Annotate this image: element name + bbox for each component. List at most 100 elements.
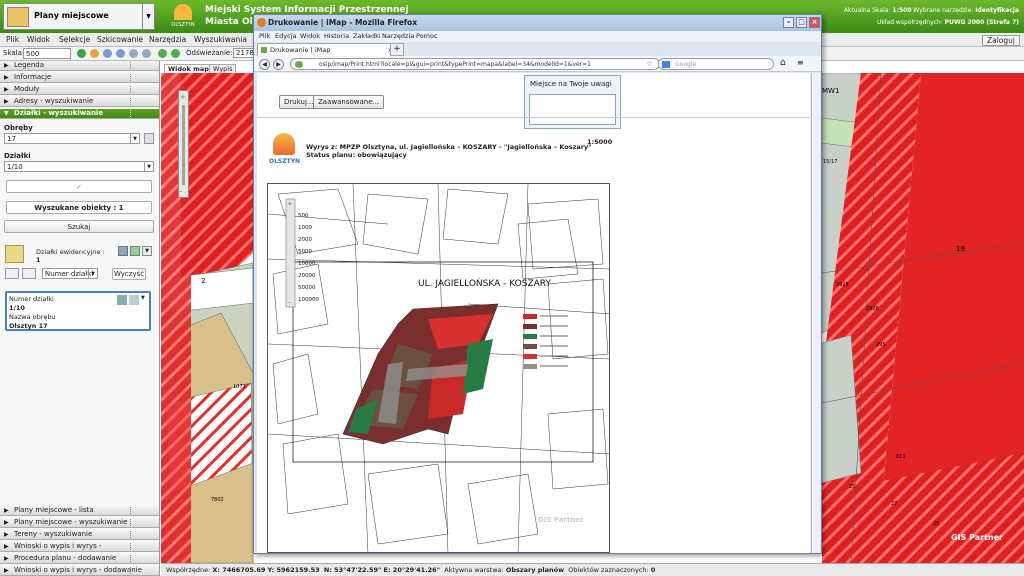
forward-icon[interactable]: ▶ — [273, 59, 284, 70]
plan-name: UL. JAGIELLOŃSKA - KOSZARY — [418, 277, 551, 289]
panel-wnioski[interactable]: ▶ Wnioski o wypis i wyrys - — [0, 542, 159, 552]
scale-tick[interactable]: 500 — [298, 213, 309, 219]
search-icon[interactable] — [144, 133, 154, 144]
sort-desc-icon[interactable] — [22, 268, 36, 279]
status-bar: Współrzędne: X: 7466705.69 Y: 5962159.53… — [161, 563, 1024, 576]
scale-tick[interactable]: 10000 — [298, 261, 316, 267]
map-label: 7802 — [211, 497, 224, 503]
details-icon[interactable] — [129, 295, 139, 305]
panel-procedura[interactable]: ▶ Procedura planu - dodawanie — [0, 554, 159, 564]
scale-tick[interactable]: 20000 — [298, 273, 316, 279]
export-icon[interactable] — [118, 246, 128, 256]
zoom-minus-icon[interactable]: – — [288, 298, 292, 306]
advanced-button[interactable]: Zaawansowane... — [313, 95, 385, 109]
panel-plany-wyszukiwanie[interactable]: ▶ Plany miejscowe - wyszukiwanie — [0, 518, 159, 528]
new-tab-button[interactable]: + — [390, 43, 404, 56]
menu-selekcje[interactable]: Selekcje — [59, 35, 90, 44]
panel-moduly[interactable]: ▶ Moduły — [0, 85, 159, 95]
menu-plik[interactable]: Plik — [259, 32, 270, 40]
chevron-down-icon[interactable]: ▼ — [142, 246, 152, 256]
menu-zakladki[interactable]: Zakładki — [353, 32, 381, 40]
zoom-window-icon[interactable] — [142, 49, 151, 58]
forward-icon[interactable] — [171, 49, 180, 58]
nav-bar: ◀ ▶ osip/imap/Print.html?locale=pl&gui=p… — [254, 56, 821, 72]
menu-historia[interactable]: Historia — [324, 32, 349, 40]
zoom-out-icon[interactable] — [116, 49, 125, 58]
info-icon[interactable] — [77, 49, 86, 58]
map-label: 2925 — [836, 282, 849, 288]
browser-tabs: Drukowanie | iMap× + — [254, 42, 821, 56]
panel-wnioski-dodawanie[interactable]: ▶ Wnioski o wypis i wyrys - dodawanie — [0, 566, 159, 576]
zoom-extent-icon[interactable] — [129, 49, 138, 58]
map-label: 25 — [849, 484, 855, 490]
evid-count: 1 — [36, 256, 41, 264]
menu-wyszukiwania[interactable]: Wyszukiwania — [194, 35, 247, 44]
chevron-down-icon[interactable]: ▼ — [141, 295, 149, 305]
watermark: GIS Partner — [538, 516, 584, 524]
result-item[interactable]: Numer działki 1/10 Nazwa obrębu Olsztyn … — [5, 291, 151, 331]
obreby-select[interactable]: 17 ▼ — [4, 133, 140, 144]
scrollbar[interactable] — [811, 73, 820, 553]
menu-szkicowanie[interactable]: Szkicowanie — [97, 35, 143, 44]
print-map: UL. JAGIELLOŃSKA - KOSZARY + – 500 1000 … — [267, 183, 610, 553]
panel-dzialki-wyszukiwanie[interactable]: ▼ Działki - wyszukiwanie — [0, 109, 159, 119]
search-button[interactable]: Szukaj — [4, 220, 154, 233]
print-zoom-slider[interactable] — [285, 198, 296, 308]
print-preview: Drukuj... Zaawansowane... Miejsce na Two… — [257, 73, 810, 553]
menu-pomoc[interactable]: Pomoc — [416, 32, 438, 40]
maximize-button[interactable]: □ — [796, 17, 807, 28]
zoom-slider[interactable]: + – — [178, 90, 189, 198]
module-icon — [7, 7, 29, 27]
scale-tick[interactable]: 50000 — [298, 285, 316, 291]
menu-icon[interactable]: ≡ — [797, 58, 804, 67]
menu-widok[interactable]: Widok — [27, 35, 50, 44]
back-icon[interactable]: ◀ — [259, 59, 270, 70]
close-button[interactable]: × — [809, 17, 820, 28]
panel-plany-lista[interactable]: ▶ Plany miejscowe - lista — [0, 506, 159, 516]
menu-narzedzia[interactable]: Narzędzia — [382, 32, 414, 40]
home-icon[interactable]: ⌂ — [780, 58, 786, 68]
url-bar[interactable]: osip/imap/Print.html?locale=pl&gui=print… — [290, 58, 660, 70]
scale-tick[interactable]: 5000 — [298, 249, 312, 255]
zoom-plus-icon[interactable]: + — [180, 93, 186, 101]
menu-widok[interactable]: Widok — [300, 32, 320, 40]
menu-edycja[interactable]: Edycja — [275, 32, 296, 40]
print-scale: 1:5000 — [587, 138, 613, 146]
print-header: Wyrys z: MPZP Olsztyna, ul. Jagiellońska… — [306, 143, 592, 159]
zoom-in-icon[interactable] — [103, 49, 112, 58]
menu-plik[interactable]: Plik — [6, 35, 19, 44]
comment-box: Miejsce na Twoje uwagi — [524, 75, 621, 129]
panel-informacje[interactable]: ▶ Informacje — [0, 73, 159, 83]
clear-button[interactable]: Wyczyść — [112, 268, 146, 280]
excel-icon[interactable] — [130, 246, 140, 256]
browser-menu: Plik Edycja Widok Historia Zakładki Narz… — [254, 31, 821, 42]
comment-textarea[interactable] — [529, 94, 616, 125]
chevron-down-icon[interactable]: ▼ — [142, 4, 154, 29]
print-title: Wyrys z: MPZP Olsztyna, ul. Jagiellońska… — [306, 143, 592, 151]
scale-input[interactable]: 500 — [23, 48, 71, 59]
menu-narzedzia[interactable]: Narzędzia — [149, 35, 186, 44]
login-button[interactable]: Zaloguj — [981, 35, 1020, 46]
tab-drukowanie[interactable]: Drukowanie | iMap× — [257, 43, 397, 56]
back-icon[interactable] — [158, 49, 167, 58]
sort-select[interactable]: Numer działki ▼ — [42, 268, 98, 279]
search-input[interactable]: Google — [658, 58, 774, 70]
scale-tick[interactable]: 100000 — [298, 297, 319, 303]
window-titlebar: Drukowanie | iMap - Mozilla Firefox – □ … — [254, 15, 821, 31]
dzialki-select[interactable]: 1/10 ▼ — [4, 161, 154, 172]
site-icon — [295, 61, 303, 68]
zoom-to-icon[interactable] — [117, 295, 127, 305]
scale-tick[interactable]: 1000 — [298, 225, 312, 231]
panel-legenda[interactable]: ▶ Legenda — [0, 61, 159, 71]
scale-tick[interactable]: 2000 — [298, 237, 312, 243]
hand-icon[interactable] — [90, 49, 99, 58]
star-icon[interactable]: ☆ — [646, 59, 653, 68]
minimize-button[interactable]: – — [783, 17, 794, 28]
firefox-icon — [257, 18, 266, 27]
panel-adresy[interactable]: ▶ Adresy - wyszukiwanie — [0, 97, 159, 107]
panel-tereny[interactable]: ▶ Tereny - wyszukiwanie — [0, 530, 159, 540]
sort-asc-icon[interactable] — [5, 268, 19, 279]
zoom-minus-icon[interactable]: – — [179, 187, 183, 195]
module-select[interactable]: Plany miejscowe ▼ — [3, 3, 155, 30]
zoom-plus-icon[interactable]: + — [287, 200, 293, 208]
